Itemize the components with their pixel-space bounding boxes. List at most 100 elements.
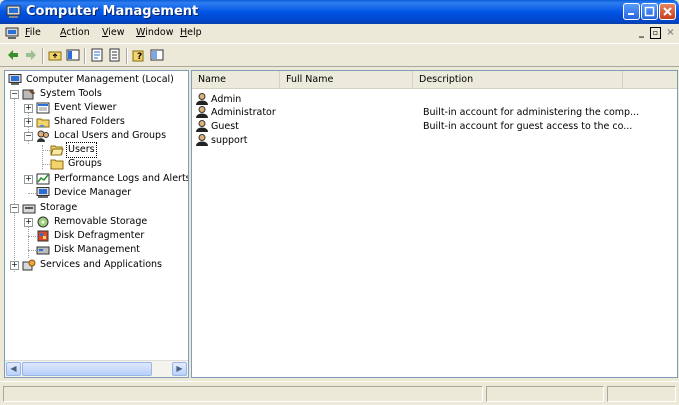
shared-folder-icon — [36, 118, 50, 128]
user-name: support — [211, 135, 248, 146]
column-header-filler — [623, 71, 677, 89]
collapse-icon[interactable]: − — [10, 90, 19, 99]
event-viewer-icon — [36, 102, 50, 114]
toolbar-separator — [126, 48, 128, 64]
column-header-full-name[interactable]: Full Name — [280, 71, 413, 89]
device-manager-icon — [36, 187, 50, 198]
expand-icon[interactable]: + — [24, 175, 33, 184]
list-item-user[interactable]: Administrator Built-in account for admin… — [195, 106, 675, 119]
menu-window[interactable]: Window — [136, 27, 173, 38]
properties-icon[interactable] — [90, 48, 104, 62]
user-icon — [196, 106, 208, 118]
up-folder-icon[interactable] — [48, 48, 62, 62]
tree-item-device-manager[interactable]: Device Manager — [5, 186, 188, 200]
user-name: Administrator — [211, 107, 276, 118]
tree-item-computer-management[interactable]: Computer Management (Local) — [5, 73, 188, 87]
show-hide-tree-icon[interactable] — [66, 48, 80, 62]
tree-label: Disk Management — [54, 244, 141, 255]
tree-item-services-applications[interactable]: + Services and Applications — [5, 258, 188, 272]
tree-item-disk-defragmenter[interactable]: Disk Defragmenter — [5, 229, 188, 243]
tree-connector — [42, 150, 50, 151]
tree-label: Computer Management (Local) — [26, 74, 174, 85]
user-description: Built-in account for guest access to the… — [423, 121, 633, 132]
svg-text:?: ? — [137, 52, 142, 62]
help-icon[interactable]: ? — [132, 48, 146, 62]
column-header-description[interactable]: Description — [413, 71, 623, 89]
console-tree[interactable]: Computer Management (Local) − System Too… — [4, 70, 189, 378]
forward-arrow-icon[interactable] — [24, 48, 38, 62]
window-title: Computer Management — [26, 4, 199, 19]
collapse-icon[interactable]: − — [24, 132, 33, 141]
list-item-user[interactable]: Admin — [195, 93, 675, 106]
scroll-right-button[interactable]: ▶ — [172, 362, 187, 376]
folder-icon — [50, 159, 64, 170]
mmc-icon[interactable] — [150, 48, 164, 62]
column-header-name[interactable]: Name — [192, 71, 280, 89]
expand-icon[interactable]: + — [10, 261, 19, 270]
tree-horizontal-scrollbar[interactable]: ◀ ▶ — [5, 360, 188, 377]
expand-icon[interactable]: + — [24, 104, 33, 113]
disk-management-icon — [36, 246, 50, 255]
tree-connector — [28, 236, 36, 237]
maximize-button[interactable] — [641, 3, 658, 20]
tree-item-local-users-groups[interactable]: − Local Users and Groups — [5, 129, 188, 143]
storage-icon — [22, 204, 36, 214]
toolbar: ? — [0, 43, 679, 67]
mmc-document-icon[interactable] — [5, 27, 19, 40]
users-groups-icon — [37, 130, 49, 142]
list-item-user[interactable]: Guest Built-in account for guest access … — [195, 120, 675, 133]
tree-item-groups[interactable]: Groups — [5, 157, 188, 171]
menu-view[interactable]: View — [102, 27, 125, 38]
details-list-pane[interactable]: Name Full Name Description Admin Adminis… — [191, 70, 678, 378]
user-name: Admin — [211, 94, 242, 105]
menu-bar: File Action View Window Help _ ▫ × — [0, 24, 679, 43]
tree-label: Users — [66, 142, 97, 158]
scroll-left-button[interactable]: ◀ — [6, 362, 21, 376]
expand-icon[interactable]: + — [24, 218, 33, 227]
status-panel — [486, 386, 604, 402]
tree-connector — [28, 193, 36, 194]
tree-label: Groups — [68, 158, 102, 169]
disk-defragmenter-icon — [37, 230, 49, 242]
tree-item-performance-logs[interactable]: + Performance Logs and Alerts — [5, 172, 188, 186]
tree-label: Storage — [40, 202, 78, 213]
menu-file[interactable]: File — [25, 27, 41, 38]
collapse-icon[interactable]: − — [10, 204, 19, 213]
computer-icon — [8, 74, 22, 85]
child-restore-button[interactable]: ▫ — [650, 27, 661, 39]
expand-icon[interactable]: + — [24, 118, 33, 127]
tree-item-shared-folders[interactable]: + Shared Folders — [5, 115, 188, 129]
toolbar-separator — [84, 48, 86, 64]
toolbar-separator — [42, 48, 44, 64]
status-bar — [0, 381, 679, 405]
tree-label: Removable Storage — [54, 216, 148, 227]
list-item-user[interactable]: support — [195, 134, 675, 147]
tree-item-disk-management[interactable]: Disk Management — [5, 243, 188, 257]
user-icon — [196, 120, 208, 132]
tree-connector — [42, 164, 50, 165]
tree-item-storage[interactable]: − Storage — [5, 201, 188, 215]
title-bar[interactable]: Computer Management — [0, 0, 679, 24]
tree-item-removable-storage[interactable]: + Removable Storage — [5, 215, 188, 229]
tree-item-users[interactable]: Users — [5, 142, 188, 158]
computer-management-icon — [6, 5, 21, 18]
back-arrow-icon[interactable] — [6, 48, 20, 62]
tree-item-system-tools[interactable]: − System Tools — [5, 87, 188, 101]
user-icon — [196, 134, 208, 146]
services-icon — [22, 259, 36, 271]
menu-help[interactable]: Help — [180, 27, 202, 38]
child-minimize-button[interactable]: _ — [636, 27, 647, 39]
removable-storage-icon — [37, 216, 49, 228]
tree-item-event-viewer[interactable]: + Event Viewer — [5, 101, 188, 115]
tree-label: Disk Defragmenter — [54, 230, 145, 241]
close-button[interactable] — [659, 3, 676, 20]
menu-action[interactable]: Action — [60, 27, 90, 38]
status-panel — [3, 386, 483, 402]
close-icon — [663, 7, 672, 16]
minimize-button[interactable] — [623, 3, 640, 20]
scrollbar-thumb[interactable] — [22, 362, 152, 376]
child-close-button[interactable]: × — [665, 27, 676, 39]
export-list-icon[interactable] — [108, 48, 122, 62]
tree-label: Performance Logs and Alerts — [54, 173, 189, 184]
user-name: Guest — [211, 121, 239, 132]
